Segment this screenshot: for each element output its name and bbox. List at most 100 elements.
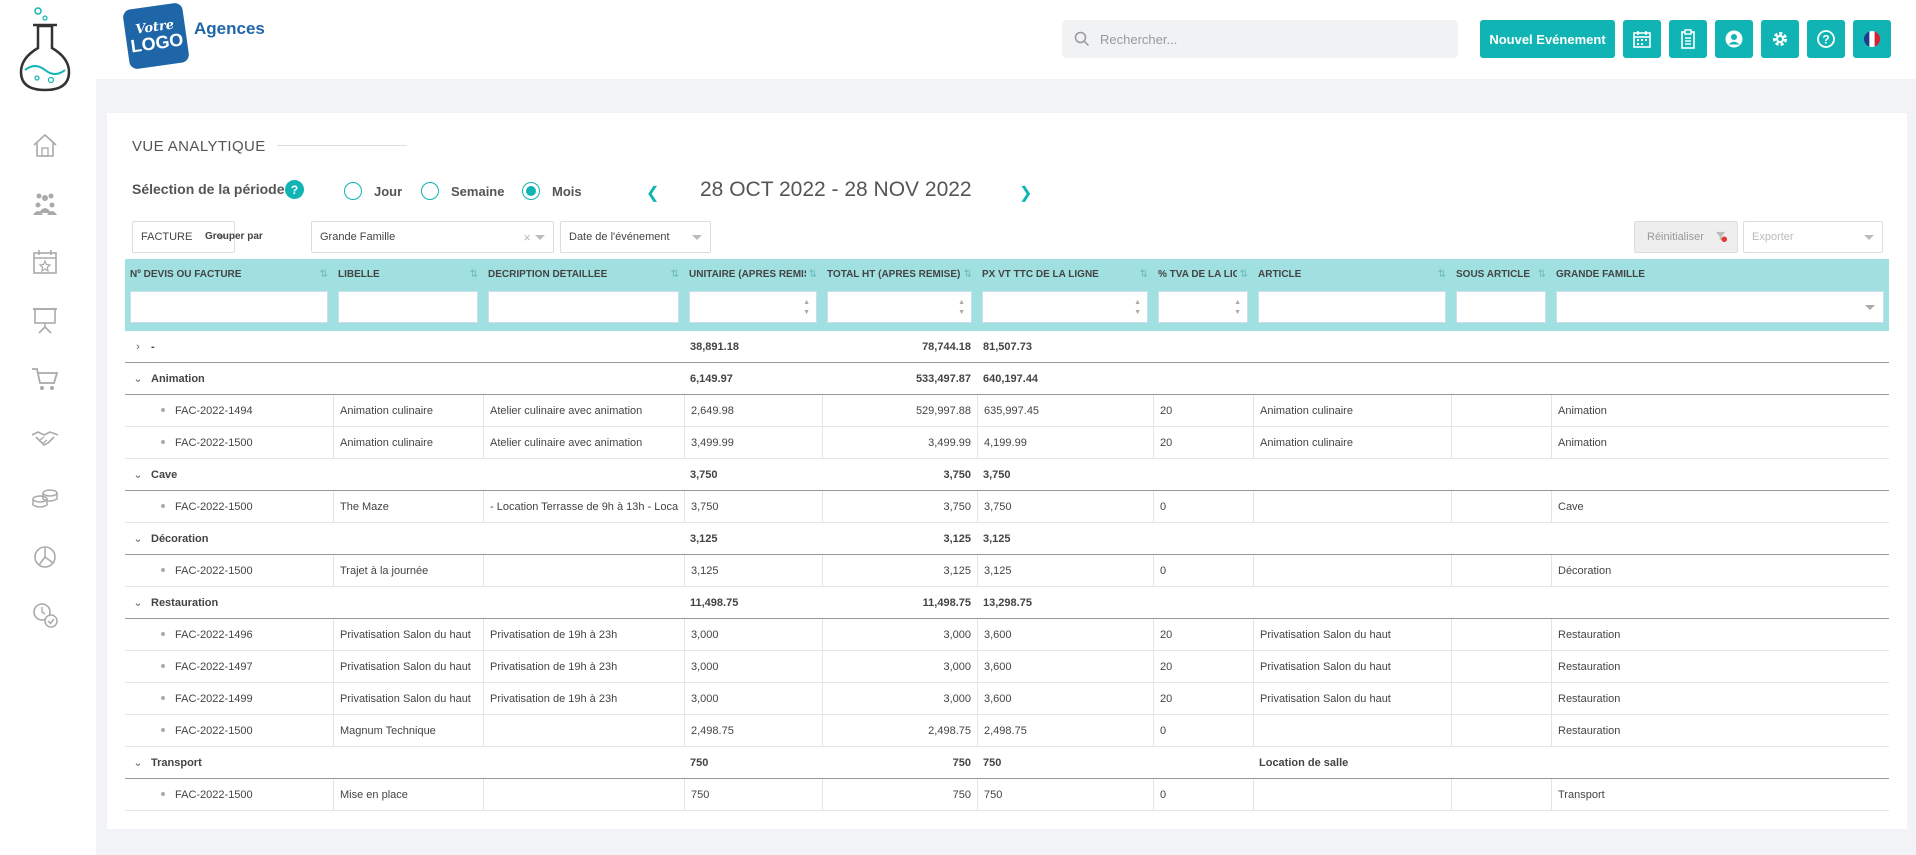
- date-type-select[interactable]: Date de l'événement: [560, 221, 711, 253]
- sort-icon[interactable]: ⇅: [809, 269, 817, 280]
- chevron-down-icon[interactable]: ⌄: [131, 523, 145, 555]
- column-title[interactable]: DECRIPTION DÉTAILLÉE: [488, 269, 668, 280]
- clear-icon[interactable]: ×: [523, 230, 531, 245]
- column-title[interactable]: ARTICLE: [1258, 269, 1435, 280]
- column-filter-input[interactable]: ▲ ▼: [689, 291, 817, 323]
- invoice-number-cell[interactable]: FAC-2022-1500: [125, 779, 333, 811]
- presentation-icon[interactable]: [28, 303, 62, 337]
- next-period-icon[interactable]: ❯: [1019, 183, 1032, 203]
- invoice-number-cell[interactable]: FAC-2022-1494: [125, 395, 333, 427]
- invoice-number-cell[interactable]: FAC-2022-1499: [125, 683, 333, 715]
- group-cell[interactable]: ⌄ Transport: [125, 747, 684, 779]
- calendar-icon[interactable]: [1623, 20, 1661, 58]
- team-icon[interactable]: [28, 187, 62, 221]
- number-spinner-icon[interactable]: ▲ ▼: [1234, 298, 1241, 318]
- number-spinner-icon[interactable]: ▲ ▼: [1134, 298, 1141, 318]
- column-title[interactable]: SOUS ARTICLE: [1456, 269, 1535, 280]
- column-title[interactable]: UNITAIRE (APRÈS REMISE): [689, 269, 806, 280]
- column-header[interactable]: DECRIPTION DÉTAILLÉE ⇅: [483, 259, 684, 331]
- sort-icon[interactable]: ⇅: [671, 269, 679, 280]
- new-event-button[interactable]: Nouvel Evénement: [1480, 20, 1615, 58]
- column-filter-input[interactable]: [1258, 291, 1446, 323]
- column-filter-input[interactable]: ▲ ▼: [982, 291, 1148, 323]
- column-title[interactable]: Nº DEVIS OU FACTURE: [130, 269, 317, 280]
- column-filter-input[interactable]: ▲ ▼: [827, 291, 972, 323]
- table-row[interactable]: FAC-2022-1500 The Maze - Location Terrasse…: [125, 491, 1889, 523]
- sort-icon[interactable]: ⇅: [1240, 269, 1248, 280]
- table-row[interactable]: FAC-2022-1500 Trajet à la journée 3,125 3,1…: [125, 555, 1889, 587]
- group-cell[interactable]: › -: [125, 331, 684, 363]
- column-header[interactable]: Nº DEVIS OU FACTURE ⇅: [125, 259, 333, 331]
- export-select[interactable]: Exporter: [1743, 221, 1883, 253]
- home-icon[interactable]: [28, 128, 62, 162]
- column-header[interactable]: UNITAIRE (APRÈS REMISE)⇅ ▲▼: [684, 259, 822, 331]
- sort-icon[interactable]: ⇅: [964, 269, 972, 280]
- radio-semaine[interactable]: Semaine: [421, 182, 504, 200]
- chevron-right-icon[interactable]: ›: [131, 331, 145, 363]
- column-header[interactable]: ARTICLE ⇅: [1253, 259, 1451, 331]
- column-header[interactable]: PX VT TTC DE LA LIGNE ⇅ ▲ ▼: [977, 259, 1153, 331]
- column-header[interactable]: TOTAL HT (APRÈS REMISE) ⇅ ▲ ▼: [822, 259, 977, 331]
- radio-circle-checked[interactable]: [522, 182, 540, 200]
- event-calendar-icon[interactable]: [28, 245, 62, 279]
- column-filter-input[interactable]: [1556, 291, 1884, 323]
- column-title[interactable]: PX VT TTC DE LA LIGNE: [982, 269, 1137, 280]
- column-title[interactable]: GRANDE FAMILLE: [1556, 269, 1873, 280]
- period-help-icon[interactable]: ?: [285, 180, 304, 199]
- column-header[interactable]: SOUS ARTICLE ⇅: [1451, 259, 1551, 331]
- radio-mois[interactable]: Mois: [522, 182, 582, 200]
- invoice-number-cell[interactable]: FAC-2022-1496: [125, 619, 333, 651]
- pie-chart-icon[interactable]: [28, 539, 62, 573]
- invoice-number-cell[interactable]: FAC-2022-1497: [125, 651, 333, 683]
- group-row[interactable]: › - 38,891.18 78,744.18 81,507.73: [125, 331, 1889, 363]
- clipboard-icon[interactable]: [1669, 20, 1707, 58]
- chevron-down-icon[interactable]: ⌄: [131, 459, 145, 491]
- column-filter-input[interactable]: [1456, 291, 1546, 323]
- group-by-select[interactable]: Grande Famille ×: [311, 221, 554, 253]
- table-row[interactable]: FAC-2022-1500 Mise en place 750 750 750 0 Tran…: [125, 779, 1889, 811]
- table-row[interactable]: FAC-2022-1497 Privatisation Salon du haut…: [125, 651, 1889, 683]
- column-title[interactable]: LIBELLE: [338, 269, 467, 280]
- sort-icon[interactable]: ⇅: [1538, 269, 1546, 280]
- cart-icon[interactable]: [28, 362, 62, 396]
- table-row[interactable]: FAC-2022-1499 Privatisation Salon du haut…: [125, 683, 1889, 715]
- gear-icon[interactable]: [1761, 20, 1799, 58]
- column-filter-input[interactable]: [130, 291, 328, 323]
- search-input[interactable]: Rechercher...: [1100, 32, 1177, 47]
- handshake-icon[interactable]: [28, 421, 62, 455]
- column-title[interactable]: TOTAL HT (APRÈS REMISE): [827, 269, 961, 280]
- search-box[interactable]: Rechercher...: [1062, 20, 1458, 58]
- previous-period-icon[interactable]: ❮: [646, 183, 659, 203]
- sort-icon[interactable]: ⇅: [470, 269, 478, 280]
- invoice-number-cell[interactable]: FAC-2022-1500: [125, 427, 333, 459]
- radio-circle[interactable]: [421, 182, 439, 200]
- invoice-number-cell[interactable]: FAC-2022-1500: [125, 715, 333, 747]
- clock-check-icon[interactable]: [28, 598, 62, 632]
- radio-jour[interactable]: Jour: [344, 182, 402, 200]
- table-row[interactable]: FAC-2022-1494 Animation culinaire Atelier …: [125, 395, 1889, 427]
- chevron-down-icon[interactable]: ⌄: [131, 363, 145, 395]
- group-row[interactable]: ⌄ Restauration 11,498.75 11,498.75 13,298.75: [125, 587, 1889, 619]
- invoice-number-cell[interactable]: FAC-2022-1500: [125, 491, 333, 523]
- brand-logo[interactable]: Votre LOGO Agences: [122, 2, 265, 70]
- group-cell[interactable]: ⌄ Cave: [125, 459, 684, 491]
- number-spinner-icon[interactable]: ▲ ▼: [803, 298, 810, 318]
- group-cell[interactable]: ⌄ Restauration: [125, 587, 684, 619]
- group-row[interactable]: ⌄ Cave 3,750 3,750 3,750: [125, 459, 1889, 491]
- column-filter-input[interactable]: [338, 291, 478, 323]
- table-row[interactable]: FAC-2022-1500 Animation culinaire Atelier …: [125, 427, 1889, 459]
- group-cell[interactable]: ⌄ Animation: [125, 363, 684, 395]
- group-cell[interactable]: ⌄ Décoration: [125, 523, 684, 555]
- chevron-down-icon[interactable]: ⌄: [131, 587, 145, 619]
- coins-icon[interactable]: [28, 480, 62, 514]
- table-row[interactable]: FAC-2022-1500 Magnum Technique 2,498.75 2,4…: [125, 715, 1889, 747]
- column-filter-input[interactable]: [488, 291, 679, 323]
- table-row[interactable]: FAC-2022-1496 Privatisation Salon du haut…: [125, 619, 1889, 651]
- chevron-down-icon[interactable]: ⌄: [131, 747, 145, 779]
- help-icon[interactable]: ?: [1807, 20, 1845, 58]
- french-flag-icon[interactable]: [1853, 20, 1891, 58]
- group-row[interactable]: ⌄ Animation 6,149.97 533,497.87 640,197.44: [125, 363, 1889, 395]
- sort-icon[interactable]: ⇅: [1140, 269, 1148, 280]
- column-filter-input[interactable]: ▲ ▼: [1158, 291, 1248, 323]
- user-icon[interactable]: [1715, 20, 1753, 58]
